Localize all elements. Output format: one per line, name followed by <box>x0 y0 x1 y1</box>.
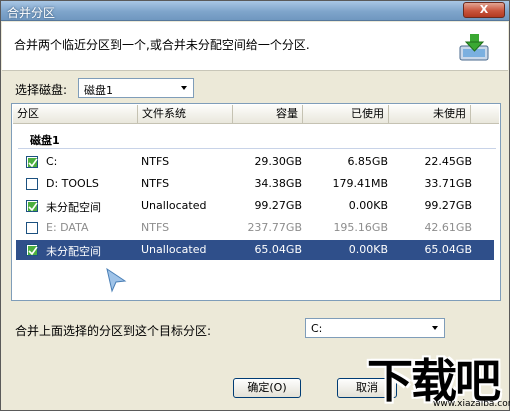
cell-partition: E: DATA <box>46 221 89 234</box>
chevron-down-icon <box>432 326 438 330</box>
table-row[interactable]: D: TOOLS NTFS 34.38GB 179.41MB 33.71GB <box>16 174 494 194</box>
table-row[interactable]: 未分配空间 Unallocated 99.27GB 0.00KB 99.27GB <box>16 196 494 216</box>
table-row[interactable]: C: NTFS 29.30GB 6.85GB 22.45GB <box>16 152 494 172</box>
cell-free: 22.45GB <box>424 155 472 168</box>
target-partition-select[interactable]: C: <box>305 318 445 338</box>
col-used[interactable]: 已使用 <box>303 105 389 124</box>
cell-used: 6.85GB <box>347 155 388 168</box>
close-icon: X <box>479 3 489 16</box>
cell-capacity: 34.38GB <box>254 177 302 190</box>
cell-capacity: 29.30GB <box>254 155 302 168</box>
row-checkbox[interactable] <box>26 244 38 256</box>
cell-partition: 未分配空间 <box>46 245 101 258</box>
disk-select[interactable]: 磁盘1 <box>78 78 194 98</box>
column-header: 分区 文件系统 容量 已使用 未使用 <box>13 105 499 124</box>
cell-fs: NTFS <box>141 221 170 234</box>
col-filesystem[interactable]: 文件系统 <box>138 105 233 124</box>
cell-partition: C: <box>46 155 58 168</box>
cell-capacity: 65.04GB <box>254 243 302 256</box>
col-free[interactable]: 未使用 <box>389 105 471 124</box>
checkmark-icon <box>28 158 38 168</box>
title-bar[interactable]: 合并分区 X <box>1 1 509 21</box>
ok-button[interactable]: 确定(O) <box>233 378 301 398</box>
cell-free: 65.04GB <box>424 243 472 256</box>
window-title: 合并分区 <box>7 6 56 20</box>
header-band: 合并两个临近分区到一个,或合并未分配空间给一个分区. <box>2 22 508 71</box>
chevron-down-icon <box>181 86 187 90</box>
row-checkbox[interactable] <box>26 200 38 212</box>
watermark-url: www.xiazaiba.com <box>433 399 510 409</box>
cell-used: 179.41MB <box>332 177 388 190</box>
cell-free: 42.61GB <box>424 221 472 234</box>
checkmark-icon <box>28 202 38 212</box>
checkmark-icon <box>28 246 38 256</box>
cell-fs: NTFS <box>141 177 170 190</box>
merge-partition-icon <box>459 34 489 61</box>
group-divider <box>18 148 496 149</box>
cell-used: 0.00KB <box>348 199 388 212</box>
table-row[interactable]: E: DATA NTFS 237.77GB 195.16GB 42.61GB <box>16 218 494 238</box>
target-partition-value: C: <box>311 322 323 335</box>
row-checkbox[interactable] <box>26 222 38 234</box>
cell-free: 33.71GB <box>424 177 472 190</box>
cell-used: 195.16GB <box>333 221 388 234</box>
disk-group-label: 磁盘1 <box>30 134 60 147</box>
merge-partition-dialog: 合并分区 X 合并两个临近分区到一个,或合并未分配空间给一个分区. 选择磁盘: … <box>0 0 510 411</box>
col-partition[interactable]: 分区 <box>13 105 138 124</box>
cell-used: 0.00KB <box>348 243 388 256</box>
partition-list[interactable]: 分区 文件系统 容量 已使用 未使用 磁盘1 C: NTFS 29.30GB 6.85… <box>11 103 501 301</box>
close-button[interactable]: X <box>463 2 505 18</box>
disk-select-label: 选择磁盘: <box>15 83 68 97</box>
cell-capacity: 99.27GB <box>254 199 302 212</box>
target-label: 合并上面选择的分区到这个目标分区: <box>15 324 212 338</box>
cell-partition: 未分配空间 <box>46 201 101 214</box>
header-description: 合并两个临近分区到一个,或合并未分配空间给一个分区. <box>14 38 310 52</box>
cell-fs: NTFS <box>141 155 170 168</box>
table-row[interactable]: 未分配空间 Unallocated 65.04GB 0.00KB 65.04GB <box>16 240 494 260</box>
row-checkbox[interactable] <box>26 178 38 190</box>
cell-capacity: 237.77GB <box>247 221 302 234</box>
disk-select-value: 磁盘1 <box>84 84 113 97</box>
cell-fs: Unallocated <box>141 243 207 256</box>
col-capacity[interactable]: 容量 <box>233 105 303 124</box>
cell-partition: D: TOOLS <box>46 177 99 190</box>
row-checkbox[interactable] <box>26 156 38 168</box>
cell-fs: Unallocated <box>141 199 207 212</box>
mouse-pointer-icon <box>106 267 127 293</box>
cell-free: 99.27GB <box>424 199 472 212</box>
watermark: 下载吧 www.xiazaiba.com <box>363 345 510 411</box>
